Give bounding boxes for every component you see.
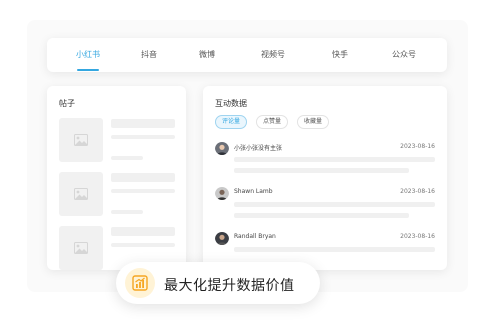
post-title-placeholder bbox=[111, 119, 175, 128]
tab-kuaishou[interactable]: 快手 bbox=[315, 38, 365, 72]
post-line-placeholder bbox=[111, 243, 175, 247]
tab-xiaohongshu[interactable]: 小红书 bbox=[63, 38, 113, 72]
image-placeholder-icon bbox=[74, 188, 88, 200]
post-thumbnail bbox=[59, 118, 103, 162]
post-item[interactable] bbox=[59, 118, 179, 162]
value-banner: 最大化提升数据价值 bbox=[116, 262, 320, 304]
tab-shipinhao[interactable]: 视频号 bbox=[248, 38, 298, 72]
post-title-placeholder bbox=[111, 227, 175, 236]
post-meta-placeholder bbox=[111, 156, 143, 160]
post-line-placeholder bbox=[111, 135, 175, 139]
post-title-placeholder bbox=[111, 173, 175, 182]
comment-line-placeholder bbox=[234, 168, 409, 173]
posts-title: 帖子 bbox=[59, 99, 75, 108]
avatar bbox=[215, 141, 229, 155]
banner-text: 最大化提升数据价值 bbox=[164, 278, 295, 294]
post-thumbnail bbox=[59, 172, 103, 216]
avatar bbox=[215, 186, 229, 200]
post-thumbnail bbox=[59, 226, 103, 270]
image-placeholder-icon bbox=[74, 242, 88, 254]
comment-line-placeholder bbox=[234, 213, 409, 218]
comment-author: Shawn Lamb bbox=[234, 188, 273, 195]
comment-date: 2023-08-16 bbox=[400, 143, 435, 150]
comment-line-placeholder bbox=[234, 202, 435, 207]
platform-tabs: 小红书 抖音 微博 视频号 快手 公众号 bbox=[47, 38, 447, 72]
post-meta-placeholder bbox=[111, 210, 143, 214]
comment-author: 小张小张没有主张 bbox=[234, 145, 283, 152]
comment-item[interactable]: Shawn Lamb 2023-08-16 bbox=[215, 186, 437, 230]
image-placeholder-icon bbox=[74, 134, 88, 146]
tab-weibo[interactable]: 微博 bbox=[182, 38, 232, 72]
comment-date: 2023-08-16 bbox=[400, 188, 435, 195]
comment-line-placeholder bbox=[234, 247, 435, 252]
post-item[interactable] bbox=[59, 172, 179, 216]
filter-favorites[interactable]: 收藏量 bbox=[297, 115, 330, 129]
posts-card: 帖子 bbox=[47, 86, 186, 270]
comment-date: 2023-08-16 bbox=[400, 233, 435, 240]
comment-author: Randall Bryan bbox=[234, 233, 276, 240]
tab-gongzhonghao[interactable]: 公众号 bbox=[379, 38, 429, 72]
post-line-placeholder bbox=[111, 189, 175, 193]
page: 小红书 抖音 微博 视频号 快手 公众号 帖子 互动数据 评论量 点赞量 收藏量… bbox=[0, 0, 495, 323]
filter-likes[interactable]: 点赞量 bbox=[256, 115, 289, 129]
tab-douyin[interactable]: 抖音 bbox=[124, 38, 174, 72]
comment-item[interactable]: 小张小张没有主张 2023-08-16 bbox=[215, 141, 437, 185]
filter-comments[interactable]: 评论量 bbox=[215, 115, 248, 129]
bar-chart-icon bbox=[125, 268, 155, 298]
metric-filters: 评论量 点赞量 收藏量 bbox=[215, 115, 338, 129]
avatar bbox=[215, 231, 229, 245]
interaction-card: 互动数据 评论量 点赞量 收藏量 小张小张没有主张 2023-08-16 Sha… bbox=[203, 86, 447, 270]
interaction-title: 互动数据 bbox=[215, 99, 247, 108]
comment-line-placeholder bbox=[234, 157, 435, 162]
